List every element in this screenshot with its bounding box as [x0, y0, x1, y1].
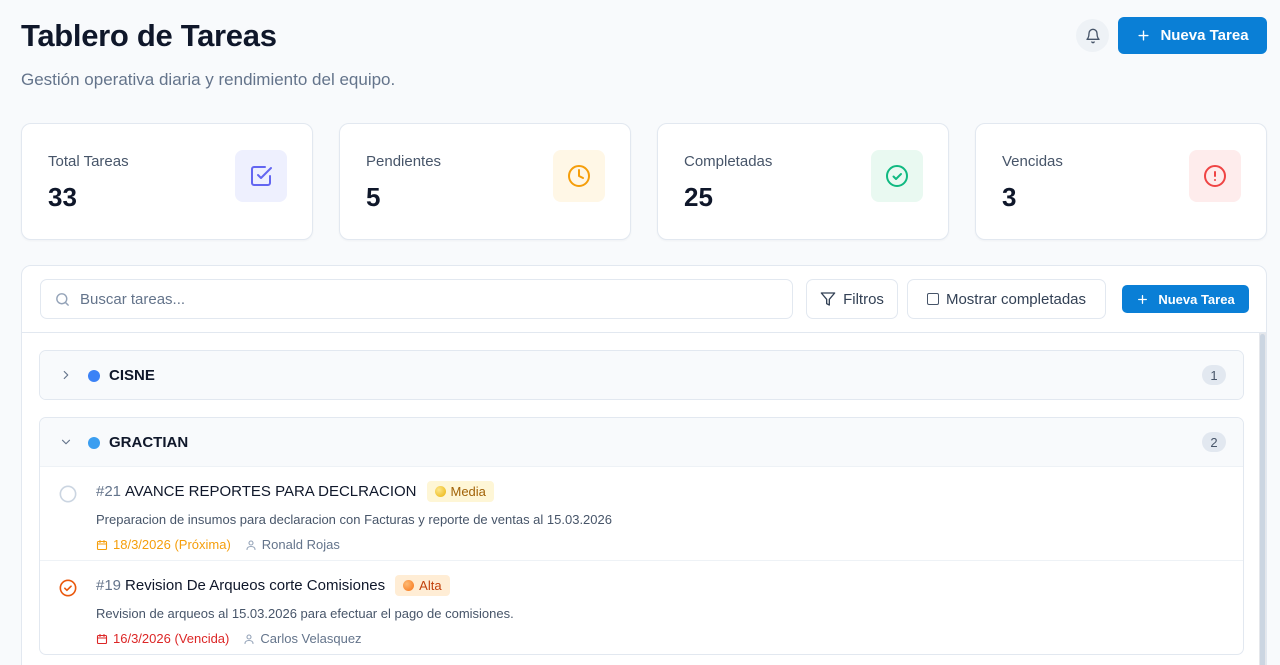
page-title: Tablero de Tareas	[21, 18, 277, 53]
group-name: GRACTIAN	[109, 434, 189, 451]
alert-circle-icon	[1189, 150, 1241, 202]
search-icon	[56, 292, 69, 306]
stat-value: 3	[1002, 182, 1017, 212]
filter-icon	[820, 292, 836, 306]
stat-label: Pendientes	[366, 153, 442, 170]
new-task-label: Nueva Tarea	[1158, 291, 1235, 307]
tasks-panel: Filtros Mostrar completadas CISNE 1 GRAC…	[21, 265, 1267, 665]
user-icon	[246, 539, 256, 550]
notifications-button[interactable]	[1076, 19, 1109, 52]
new-task-button-header[interactable]: Nueva Tarea	[1118, 17, 1267, 54]
group-color-dot	[88, 370, 100, 382]
scrollbar-thumb[interactable]	[1260, 334, 1265, 665]
task-row[interactable]: #19 Revision De Arqueos corte Comisiones…	[40, 560, 1243, 654]
priority-label: Media	[450, 484, 486, 499]
priority-dot-icon	[403, 580, 415, 591]
stat-card-total: Total Tareas 33	[21, 123, 313, 240]
task-status-circle-icon[interactable]	[59, 485, 77, 503]
toolbar: Filtros Mostrar completadas	[22, 266, 1266, 333]
task-id: #21	[96, 483, 122, 500]
task-description: Revision de arqueos al 15.03.2026 para e…	[96, 606, 514, 621]
priority-label: Alta	[419, 578, 442, 593]
search-box[interactable]	[40, 279, 793, 319]
priority-dot-icon	[434, 486, 446, 497]
stats-row: Total Tareas 33 Pendientes 5 Completadas…	[21, 123, 1267, 240]
user-icon	[244, 633, 254, 644]
page-header: Tablero de Tareas Gestión operativa diar…	[21, 18, 395, 90]
task-assignee: Carlos Velasquez	[243, 631, 362, 646]
stat-card-overdue: Vencidas 3	[975, 123, 1267, 240]
task-title: Revision De Arqueos corte Comisiones	[125, 577, 386, 594]
priority-badge: Media	[426, 481, 494, 502]
show-completed-checkbox[interactable]	[926, 293, 939, 305]
task-id: #19	[96, 577, 122, 594]
clock-icon	[553, 150, 605, 202]
group-gractian: GRACTIAN 2 #21 AVANCE REPORTES PARA DECL…	[39, 417, 1244, 655]
show-completed-label: Mostrar completadas	[945, 290, 1087, 308]
show-completed-toggle[interactable]: Mostrar completadas	[907, 279, 1106, 319]
new-task-button-toolbar[interactable]: Nueva Tarea	[1122, 285, 1249, 313]
page-subtitle: Gestión operativa diaria y rendimiento d…	[21, 70, 396, 89]
bell-icon	[1085, 28, 1100, 43]
chevron-down-icon	[61, 439, 71, 445]
stat-card-completed: Completadas 25	[657, 123, 949, 240]
group-header[interactable]: GRACTIAN 2	[40, 418, 1243, 466]
task-assignee: Ronald Rojas	[245, 537, 340, 552]
check-circle-icon	[871, 150, 923, 202]
stat-label: Vencidas	[1002, 153, 1063, 170]
filters-button[interactable]: Filtros	[806, 279, 898, 319]
stat-value: 5	[366, 182, 381, 212]
group-header[interactable]: CISNE 1	[40, 351, 1243, 399]
stat-value: 25	[684, 182, 713, 212]
plus-icon	[1138, 30, 1149, 41]
search-input[interactable]	[80, 290, 760, 308]
task-description: Preparacion de insumos para declaracion …	[96, 512, 612, 527]
plus-icon	[1138, 294, 1148, 304]
task-row[interactable]: #21 AVANCE REPORTES PARA DECLRACION Medi…	[40, 466, 1243, 560]
task-status-check-icon[interactable]	[59, 579, 77, 597]
group-count-badge: 1	[1202, 365, 1226, 385]
group-name: CISNE	[109, 367, 155, 384]
group-count-badge: 2	[1202, 432, 1226, 452]
priority-badge: Alta	[395, 575, 450, 596]
calendar-icon	[96, 633, 108, 644]
task-title: AVANCE REPORTES PARA DECLRACION	[125, 483, 417, 500]
calendar-icon	[96, 539, 108, 550]
stat-label: Completadas	[684, 153, 773, 170]
stat-value: 33	[48, 182, 77, 212]
task-due-date: 18/3/2026 (Próxima)	[96, 537, 231, 552]
group-cisne: CISNE 1	[39, 350, 1244, 400]
chevron-right-icon	[63, 370, 69, 380]
group-color-dot	[88, 437, 100, 449]
filters-label: Filtros	[843, 290, 884, 308]
task-due-date: 16/3/2026 (Vencida)	[96, 631, 229, 646]
new-task-label: Nueva Tarea	[1160, 27, 1249, 44]
stat-card-pending: Pendientes 5	[339, 123, 631, 240]
stat-label: Total Tareas	[48, 153, 129, 170]
checkbox-icon	[235, 150, 287, 202]
